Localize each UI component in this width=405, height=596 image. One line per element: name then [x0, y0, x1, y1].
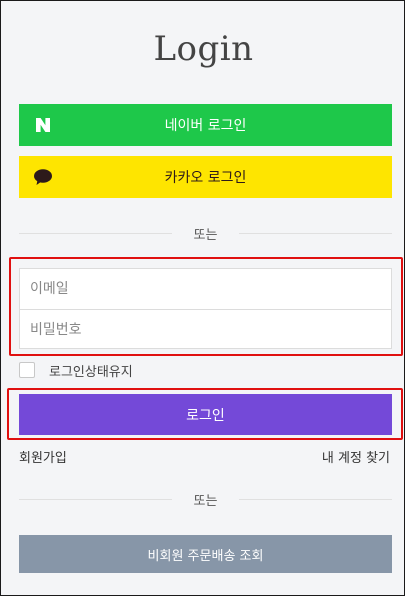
divider-line: [239, 232, 393, 234]
guest-order-lookup-button[interactable]: 비회원 주문배송 조회: [19, 535, 392, 573]
kakao-login-label: 카카오 로그인: [164, 170, 247, 186]
naver-login-label: 네이버 로그인: [164, 118, 247, 134]
divider-line: [19, 232, 172, 234]
kakao-login-button[interactable]: 카카오 로그인: [19, 156, 392, 198]
highlight-box-login-button: [7, 388, 403, 440]
keep-login-label: 로그인상태유지: [49, 364, 133, 380]
naver-login-button[interactable]: 네이버 로그인: [19, 104, 392, 146]
divider-line: [239, 498, 393, 500]
guest-order-lookup-label: 비회원 주문배송 조회: [147, 548, 264, 564]
page-title: Login: [153, 29, 254, 69]
kakao-speech-bubble-icon: [34, 169, 52, 185]
find-account-link[interactable]: 내 계정 찾기: [322, 447, 390, 466]
divider-line: [19, 498, 172, 500]
highlight-box-credentials: [9, 257, 403, 356]
keep-login-checkbox[interactable]: [19, 362, 35, 378]
keep-login-option[interactable]: 로그인상태유지: [19, 361, 133, 380]
divider-text: 또는: [193, 493, 218, 509]
login-page: Login 네이버 로그인 카카오 로그인 또는 로그인상태유지 로그인 회원가…: [0, 0, 405, 596]
signup-link[interactable]: 회원가입: [19, 447, 67, 466]
naver-logo-icon: [36, 118, 50, 132]
divider-or: 또는: [19, 224, 393, 243]
divider-text: 또는: [193, 227, 218, 243]
divider-or-2: 또는: [19, 490, 393, 509]
